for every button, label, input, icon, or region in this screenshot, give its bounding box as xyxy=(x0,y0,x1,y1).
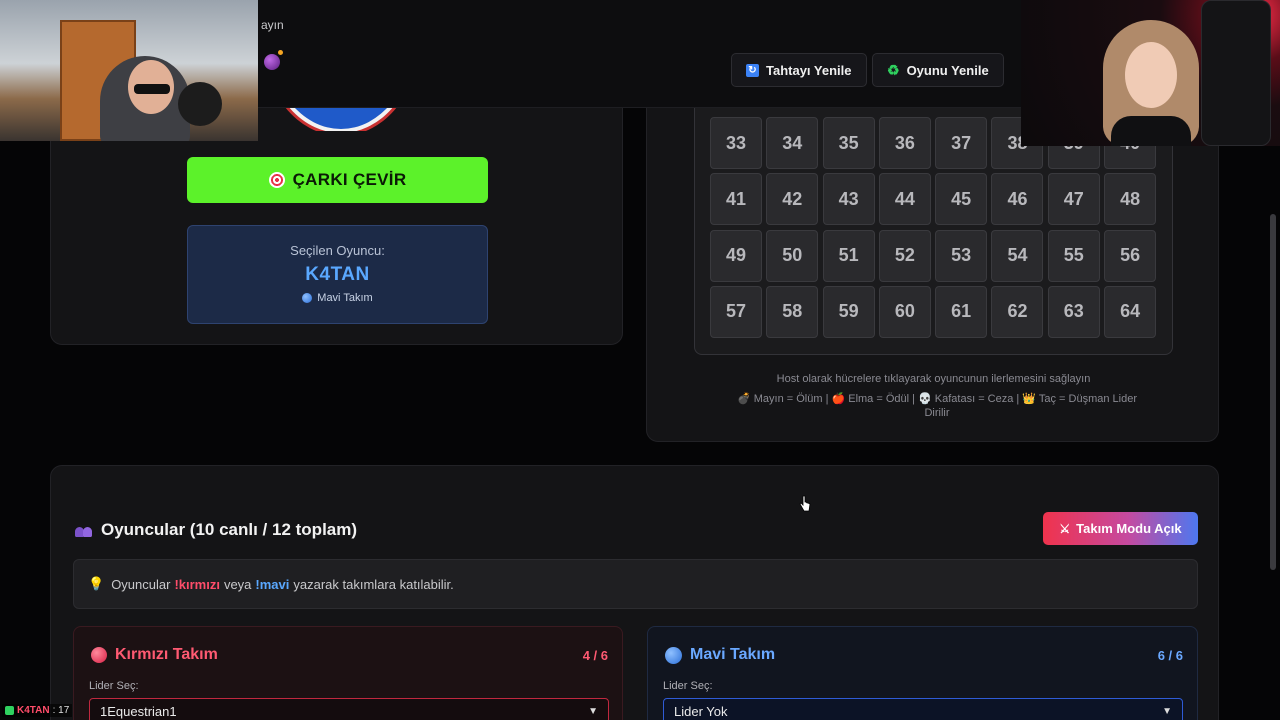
swords-icon: ⚔ xyxy=(1059,521,1071,536)
board-cell[interactable]: 52 xyxy=(878,229,931,282)
refresh-game-button[interactable]: ♻ Oyunu Yenile xyxy=(872,53,1004,87)
blue-team-dot-icon xyxy=(665,646,682,664)
board-cell[interactable]: 57 xyxy=(710,285,762,338)
red-leader-label: Lider Seç: xyxy=(89,680,139,692)
webcam-right xyxy=(1021,0,1280,146)
board-cell[interactable]: 48 xyxy=(1104,173,1157,226)
selected-player-label: Seçilen Oyuncu: xyxy=(290,243,385,258)
toolbar-partial-text: ayın xyxy=(261,18,284,32)
board-cell[interactable]: 47 xyxy=(1047,173,1100,226)
app-stage: ÇARKI ÇEVİR Seçilen Oyuncu: K4TAN Mavi T… xyxy=(0,0,1280,720)
red-leader-value: 1Equestrian1 xyxy=(100,703,177,719)
target-icon xyxy=(268,172,285,188)
selected-player-team: Mavi Takım xyxy=(188,292,487,304)
chat-username: K4TAN xyxy=(17,705,50,716)
blue-team-card: Mavi Takım 6 / 6 Lider Seç: Lider Yok ▼ xyxy=(647,626,1198,720)
info-mid: veya xyxy=(223,576,252,592)
info-suffix: yazarak takımlara katılabilir. xyxy=(293,576,454,592)
board-cell[interactable]: 33 xyxy=(710,117,762,169)
board-cell[interactable]: 34 xyxy=(766,117,819,169)
blue-team-header: Mavi Takım xyxy=(665,646,775,664)
board-cell[interactable]: 53 xyxy=(935,229,988,282)
red-team-header: Kırmızı Takım xyxy=(91,646,218,664)
red-team-dot-icon xyxy=(91,647,107,663)
board-cell[interactable]: 44 xyxy=(878,173,931,226)
board-cell[interactable]: 36 xyxy=(878,117,931,169)
board-cell[interactable]: 58 xyxy=(766,285,819,338)
team-mode-button[interactable]: ⚔ Takım Modu Açık xyxy=(1043,512,1198,545)
board-cell[interactable]: 55 xyxy=(1047,229,1100,282)
selected-team-label: Mavi Takım xyxy=(317,292,373,304)
chat-line: K4TAN : 17 xyxy=(2,704,73,717)
chevron-down-icon: ▼ xyxy=(588,705,598,717)
players-title-text: Oyuncular (10 canlı / 12 toplam) xyxy=(101,520,358,539)
board-cell[interactable]: 43 xyxy=(822,173,875,226)
refresh-icon: ↻ xyxy=(746,63,759,77)
blue-leader-value: Lider Yok xyxy=(674,703,728,719)
board-cell[interactable]: 50 xyxy=(766,229,819,282)
selected-player-box: Seçilen Oyuncu: K4TAN Mavi Takım xyxy=(187,225,488,324)
spin-wheel-label: ÇARKI ÇEVİR xyxy=(292,170,407,189)
webcam-microphone xyxy=(178,82,222,126)
spin-wheel-button[interactable]: ÇARKI ÇEVİR xyxy=(187,157,488,203)
board-cell[interactable]: 63 xyxy=(1047,285,1100,338)
refresh-board-label: Tahtayı Yenile xyxy=(766,62,852,78)
webcam-glasses xyxy=(134,84,170,94)
blue-command: !mavi xyxy=(255,576,290,592)
red-team-name: Kırmızı Takım xyxy=(115,646,218,663)
board-cell[interactable]: 37 xyxy=(935,117,988,169)
board-legend: 💣 Mayın = Ölüm | 🍎 Elma = Ödül | 💀 Kafat… xyxy=(736,393,1138,419)
players-panel: Oyuncular (10 canlı / 12 toplam) ⚔ Takım… xyxy=(50,465,1219,720)
host-hint-text: Host olarak hücrelere tıklayarak oyuncun… xyxy=(776,373,1091,385)
webcam-chair xyxy=(1201,0,1271,146)
board-grid: 3334353637383940414243444546474849505152… xyxy=(710,117,1157,338)
chat-message: : 17 xyxy=(52,705,70,716)
info-prefix: Oyuncular xyxy=(111,576,171,592)
red-command: !kırmızı xyxy=(174,576,220,592)
webcam-left xyxy=(0,0,258,141)
blue-team-count: 6 / 6 xyxy=(1157,648,1183,663)
board-cell[interactable]: 60 xyxy=(878,285,931,338)
team-mode-label: Takım Modu Açık xyxy=(1076,521,1182,536)
board-cell[interactable]: 62 xyxy=(991,285,1044,338)
board-cell[interactable]: 45 xyxy=(935,173,988,226)
join-info-box: 💡 Oyuncular !kırmızı veya !mavi yazarak … xyxy=(73,559,1198,609)
red-leader-select[interactable]: 1Equestrian1 ▼ xyxy=(89,698,609,720)
blue-leader-select[interactable]: Lider Yok ▼ xyxy=(663,698,1183,720)
board-cell[interactable]: 41 xyxy=(710,173,762,226)
selected-player-name: K4TAN xyxy=(305,264,370,285)
blue-leader-label: Lider Seç: xyxy=(663,680,713,692)
red-team-card: Kırmızı Takım 4 / 6 Lider Seç: 1Equestri… xyxy=(73,626,623,720)
board-cell[interactable]: 46 xyxy=(991,173,1044,226)
chevron-down-icon: ▼ xyxy=(1162,705,1172,717)
board-cell[interactable]: 35 xyxy=(822,117,875,169)
board-cell[interactable]: 61 xyxy=(935,285,988,338)
recycle-icon: ♻ xyxy=(887,61,900,78)
refresh-game-label: Oyunu Yenile xyxy=(906,62,989,78)
refresh-board-button[interactable]: ↻ Tahtayı Yenile xyxy=(731,53,867,87)
board-cell[interactable]: 51 xyxy=(822,229,875,282)
board-cell[interactable]: 64 xyxy=(1104,285,1157,338)
webcam-shirt xyxy=(1111,116,1191,146)
page-scrollbar[interactable] xyxy=(1270,214,1276,570)
red-team-count: 4 / 6 xyxy=(582,648,608,663)
people-icon xyxy=(75,523,93,537)
bomb-icon xyxy=(264,50,283,70)
blue-team-name: Mavi Takım xyxy=(690,646,776,663)
board-cell[interactable]: 49 xyxy=(710,229,762,282)
board-cell[interactable]: 42 xyxy=(766,173,819,226)
players-title: Oyuncular (10 canlı / 12 toplam) xyxy=(75,520,357,540)
webcam-face xyxy=(1125,42,1177,108)
hand-cursor-icon xyxy=(799,495,811,512)
board-cell[interactable]: 56 xyxy=(1104,229,1157,282)
lightbulb-icon: 💡 xyxy=(88,576,105,591)
board-cell[interactable]: 54 xyxy=(991,229,1044,282)
board-cell[interactable]: 59 xyxy=(822,285,875,338)
chat-badge-icon xyxy=(5,706,14,715)
blue-team-dot-icon xyxy=(302,293,313,303)
board-panel: 3334353637383940414243444546474849505152… xyxy=(646,96,1219,442)
